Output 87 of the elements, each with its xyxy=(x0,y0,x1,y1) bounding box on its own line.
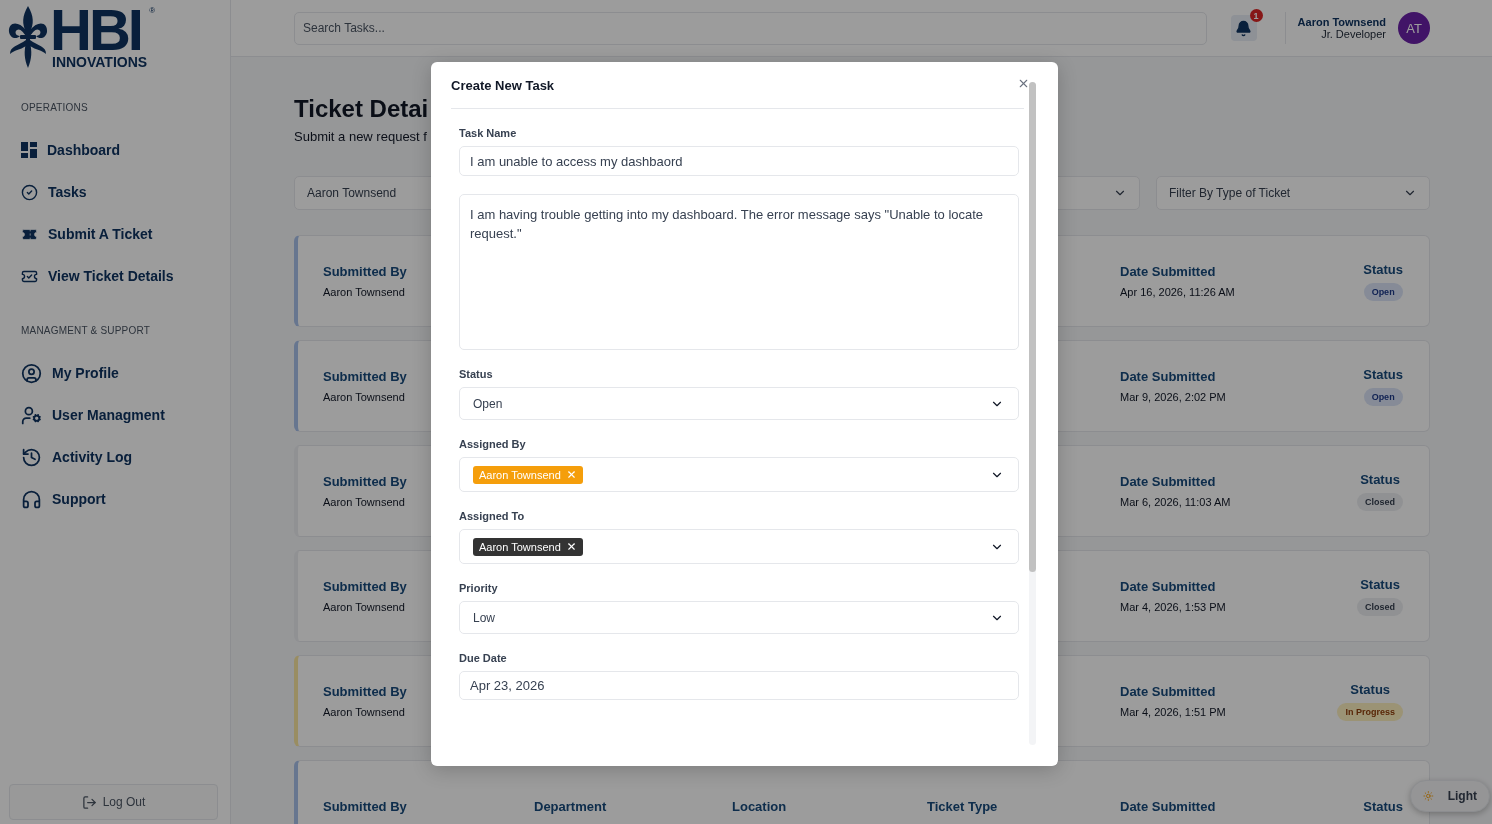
notification-button[interactable] xyxy=(1230,15,1257,41)
ticket-card[interactable]: Submitted By Department Location Ticket Type Date Submitted Status xyxy=(294,760,1430,824)
logo-fleur-icon xyxy=(8,6,48,68)
status-label: Status xyxy=(1350,681,1391,697)
field-label: Due Date xyxy=(459,652,508,664)
status-badge: Open xyxy=(1363,387,1403,406)
section-heading: MANAGMENT & SUPPORT xyxy=(21,325,151,336)
field-label: Department xyxy=(534,798,607,814)
bell-icon xyxy=(1235,19,1253,37)
text-field[interactable]: I am unable to access my dashbaord xyxy=(459,146,1019,176)
multi-select-field[interactable]: Aaron Townsend xyxy=(459,529,1019,564)
nav-link[interactable]: My Profile xyxy=(21,352,230,394)
status-label: Status xyxy=(1360,471,1400,487)
field-value: Apr 16, 2026, 11:26 AM xyxy=(1120,286,1235,298)
nav-link[interactable]: View Ticket Details xyxy=(21,255,230,297)
field-value: Aaron Townsend xyxy=(323,706,405,718)
logo-tagline: INNOVATIONS xyxy=(52,54,148,70)
field-value: Aaron Townsend xyxy=(323,391,405,403)
check-circle-icon xyxy=(21,183,38,201)
logout-icon xyxy=(81,794,97,810)
field-label: Task Name xyxy=(459,127,518,139)
field-label: Assigned By xyxy=(459,438,527,450)
status-label: Status xyxy=(1360,576,1400,592)
field-label: Submitted By xyxy=(323,684,407,699)
text-field[interactable]: Apr 23, 2026 xyxy=(459,671,1019,700)
field-value: Mar 6, 2026, 11:03 AM xyxy=(1120,496,1231,508)
nav-link[interactable]: Activity Log xyxy=(21,436,230,478)
registered-mark: ® xyxy=(149,6,156,15)
section-heading: OPERATIONS xyxy=(21,102,89,113)
page-subtitle: Submit a new request f xyxy=(294,129,427,144)
user-circle-icon xyxy=(21,362,42,384)
logo-wordmark: HBI xyxy=(50,6,141,54)
select-field[interactable]: Low xyxy=(459,601,1019,634)
field-label: Date Submitted xyxy=(1120,579,1216,594)
field-value: Mar 4, 2026, 1:53 PM xyxy=(1120,601,1226,613)
user-gear-icon xyxy=(21,404,42,426)
search-field[interactable]: Search Tasks... xyxy=(294,11,1207,45)
scrollbar[interactable] xyxy=(1029,82,1036,745)
status-badge: In Progress xyxy=(1337,702,1403,721)
nav-link[interactable]: Tasks xyxy=(21,171,230,213)
headset-icon xyxy=(21,488,42,510)
nav-link[interactable]: User Managment xyxy=(21,394,230,436)
field-value: Aaron Townsend xyxy=(323,496,405,508)
field-label: Date Submitted xyxy=(1120,798,1216,814)
field-label: Location xyxy=(732,798,787,814)
field-label: Ticket Type xyxy=(927,798,998,814)
field-label: Date Submitted xyxy=(1120,369,1216,384)
status-badge: Closed xyxy=(1357,597,1403,616)
field-value: Aaron Townsend xyxy=(323,601,405,613)
remove-icon xyxy=(565,469,577,480)
status-badge: Open xyxy=(1363,282,1403,301)
nav-link[interactable]: Submit A Ticket xyxy=(21,213,230,255)
status-label: Status xyxy=(1363,261,1403,277)
page-title: Ticket Detai xyxy=(294,95,430,123)
field-label: Submitted By xyxy=(323,369,407,384)
user-avatar[interactable]: AT xyxy=(1398,12,1430,44)
history-icon xyxy=(21,446,42,468)
logout-button[interactable]: Log Out xyxy=(9,784,218,820)
field-label: Date Submitted xyxy=(1120,264,1216,279)
nav-link[interactable]: Dashboard xyxy=(21,129,230,171)
user-chip[interactable]: Aaron Townsend xyxy=(473,537,583,556)
field-label: Submitted By xyxy=(323,264,407,279)
sun-icon xyxy=(1423,788,1434,804)
field-value: Aaron Townsend xyxy=(323,286,405,298)
user-name: Aaron Townsend xyxy=(1297,16,1386,28)
description-field[interactable]: I am having trouble getting into my dashboard. The error message says "Unable to locate request." xyxy=(459,194,1019,350)
filter-dropdown[interactable]: Filter By Type of Ticket xyxy=(1156,176,1430,210)
theme-toggle[interactable]: Light xyxy=(1410,780,1490,812)
field-label: Submitted By xyxy=(323,579,407,594)
field-label: Submitted By xyxy=(323,798,407,814)
status-badge: Closed xyxy=(1357,492,1403,511)
user-role: Jr. Developer xyxy=(1321,28,1386,40)
field-label: Priority xyxy=(459,582,499,594)
field-label: Date Submitted xyxy=(1120,684,1216,699)
field-label: Submitted By xyxy=(323,474,407,489)
status-label: Status xyxy=(1363,798,1403,814)
select-field[interactable]: Open xyxy=(459,387,1019,420)
field-label: Status xyxy=(459,368,494,380)
status-label: Status xyxy=(1363,366,1403,382)
field-label: Assigned To xyxy=(459,510,526,522)
field-label: Date Submitted xyxy=(1120,474,1216,489)
dashboard-icon xyxy=(21,142,37,158)
dialog-title: Create New Task xyxy=(451,77,555,93)
field-value: Mar 4, 2026, 1:51 PM xyxy=(1120,706,1226,718)
remove-icon xyxy=(565,541,577,552)
field-value: Mar 9, 2026, 2:02 PM xyxy=(1120,391,1226,403)
nav-link[interactable]: Support xyxy=(21,478,230,520)
